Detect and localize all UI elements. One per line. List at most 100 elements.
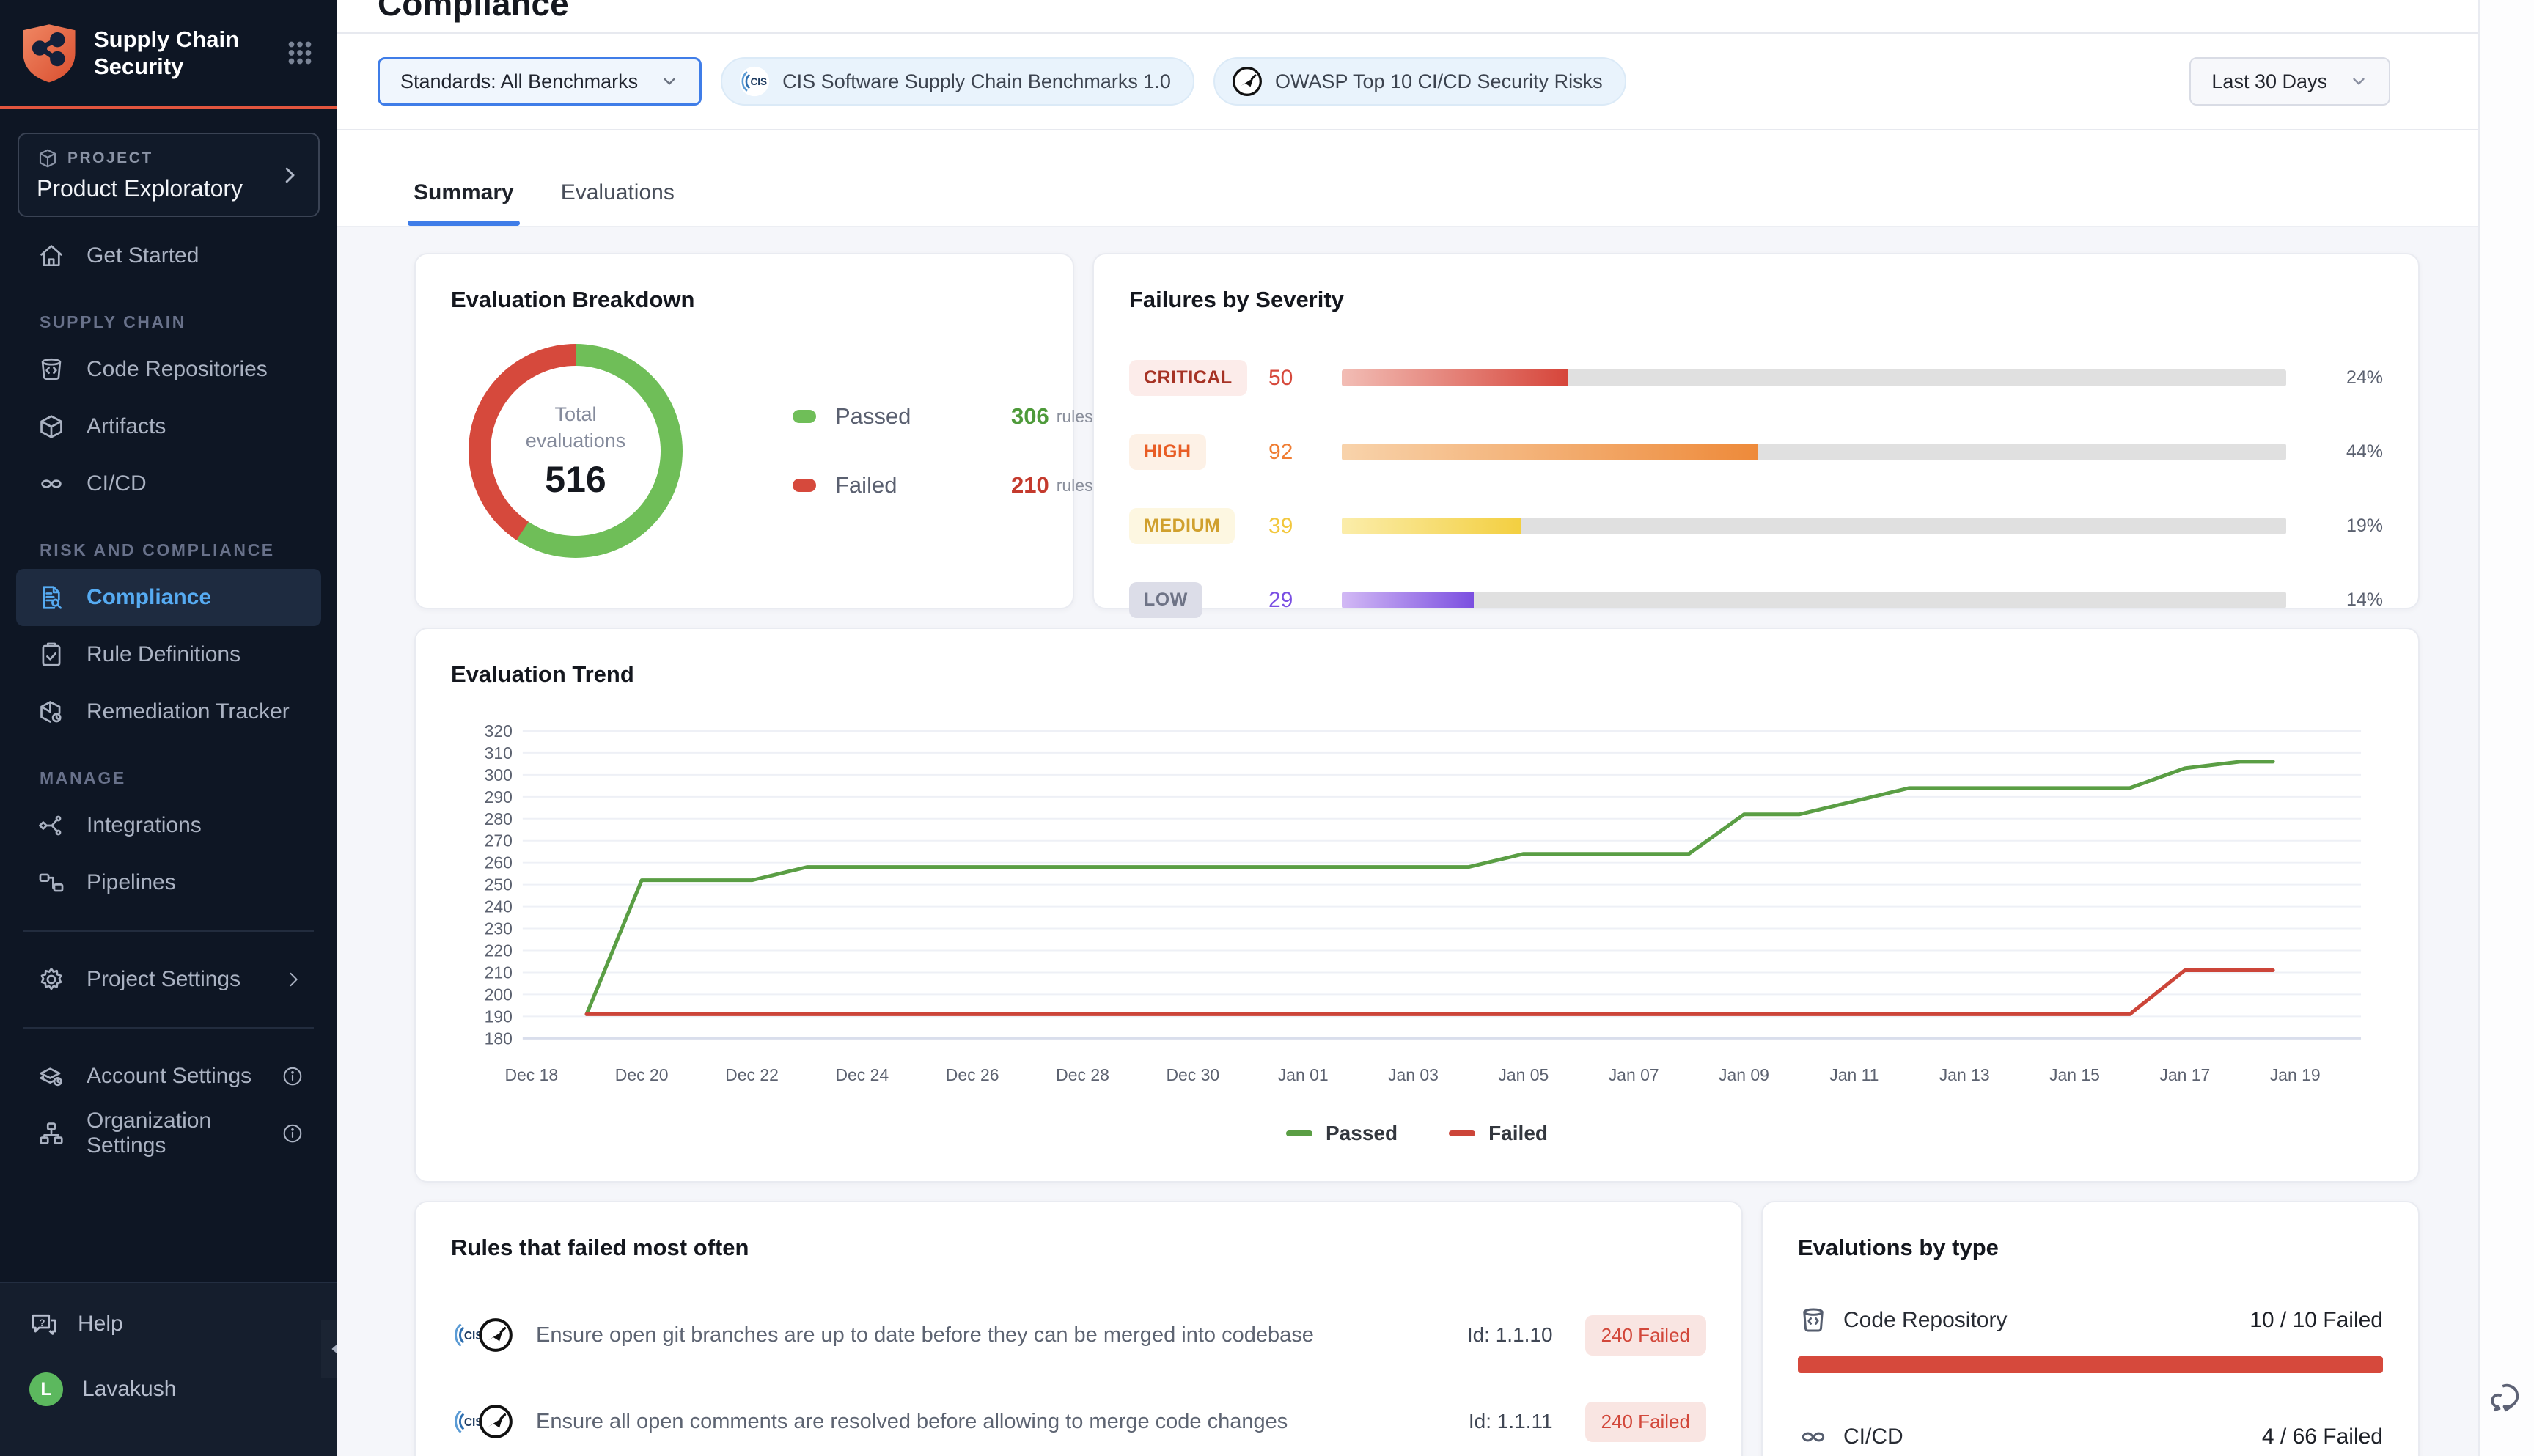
svg-text:Dec 18: Dec 18	[504, 1065, 558, 1084]
filter-chip-owasp[interactable]: OWASP Top 10 CI/CD Security Risks	[1213, 57, 1626, 106]
svg-text:280: 280	[485, 809, 513, 828]
evaluation-breakdown-title: Evaluation Breakdown	[451, 287, 1038, 313]
severity-count: 92	[1268, 440, 1342, 465]
date-range-dropdown[interactable]: Last 30 Days	[2189, 57, 2390, 106]
svg-text:Dec 22: Dec 22	[725, 1065, 779, 1084]
sidebar-item-label: Code Repositories	[87, 357, 268, 382]
clipboard-check-icon	[37, 640, 66, 669]
sidebar-item-label: Integrations	[87, 813, 202, 838]
chevron-right-icon	[283, 969, 304, 990]
filter-chip-cis[interactable]: CIS CIS Software Supply Chain Benchmarks…	[721, 57, 1194, 106]
sidebar-item-account-settings[interactable]: Account Settings	[16, 1048, 321, 1105]
nav-section-heading: RISK AND COMPLIANCE	[40, 540, 321, 560]
date-range-value: Last 30 Days	[2211, 70, 2327, 93]
logo-divider	[0, 106, 337, 109]
svg-text:Dec 24: Dec 24	[835, 1065, 889, 1084]
legend-unit: rules	[1057, 407, 1093, 427]
project-label: PROJECT	[67, 150, 153, 167]
sidebar-item-ci-cd[interactable]: CI/CD	[16, 455, 321, 512]
sidebar-item-pipelines[interactable]: Pipelines	[16, 854, 321, 911]
chat-button[interactable]	[2486, 1377, 2527, 1418]
trend-legend-item: Passed	[1286, 1122, 1398, 1145]
breakdown-legend-item: Passed306rules	[793, 403, 1093, 430]
donut-total-value: 516	[545, 458, 606, 501]
svg-text:Jan 17: Jan 17	[2159, 1065, 2210, 1084]
evaluations-by-type-card: Evalutions by type Code Repository10 / 1…	[1761, 1201, 2420, 1456]
svg-text:Dec 26: Dec 26	[946, 1065, 999, 1084]
svg-text:260: 260	[485, 853, 513, 872]
sidebar-nav: Get StartedSUPPLY CHAINCode Repositories…	[0, 217, 337, 1162]
info-icon	[282, 1065, 304, 1087]
gear-icon	[37, 965, 66, 994]
svg-text:Dec 28: Dec 28	[1056, 1065, 1109, 1084]
nav-divider	[23, 930, 314, 932]
svg-text:250: 250	[485, 875, 513, 894]
nav-divider	[23, 1027, 314, 1029]
tab-bar: Summary Evaluations	[337, 130, 2478, 227]
user-menu[interactable]: L Lavakush	[29, 1372, 308, 1406]
sidebar-item-label: Rule Definitions	[87, 642, 240, 667]
trend-legend-item: Failed	[1449, 1122, 1548, 1145]
rule-row[interactable]: CISEnsure open git branches are up to da…	[451, 1304, 1706, 1367]
page-title: Compliance	[378, 0, 2478, 23]
sidebar-item-remediation-tracker[interactable]: Remediation Tracker	[16, 683, 321, 740]
chat-bubbles-icon	[2486, 1377, 2527, 1418]
trend-legend-label: Failed	[1488, 1122, 1548, 1145]
sidebar-item-code-repositories[interactable]: Code Repositories	[16, 341, 321, 398]
sidebar-item-help[interactable]: ? Help	[29, 1309, 308, 1339]
severity-count: 50	[1268, 366, 1342, 391]
sidebar-item-label: Organization Settings	[87, 1108, 261, 1158]
type-bar	[1798, 1356, 2383, 1373]
sidebar-item-label: Account Settings	[87, 1064, 251, 1089]
standards-dropdown[interactable]: Standards: All Benchmarks	[378, 57, 702, 106]
pipeline-icon	[37, 868, 66, 897]
sidebar-item-get-started[interactable]: Get Started	[16, 227, 321, 284]
legend-label: Failed	[835, 472, 967, 499]
repo-icon	[37, 355, 66, 384]
sidebar-item-label: Get Started	[87, 243, 199, 268]
legend-dash-icon	[1449, 1130, 1475, 1136]
legend-pill-icon	[793, 410, 816, 423]
svg-text:Jan 01: Jan 01	[1278, 1065, 1329, 1084]
severity-count: 39	[1268, 514, 1342, 539]
rule-rows: CISEnsure open git branches are up to da…	[451, 1304, 1706, 1456]
sidebar-collapse-button[interactable]	[321, 1320, 337, 1378]
chevron-down-icon	[2349, 72, 2368, 91]
info-icon	[282, 1122, 304, 1144]
infinity-icon	[1798, 1422, 1829, 1452]
sidebar-item-artifacts[interactable]: Artifacts	[16, 398, 321, 455]
type-label: Code Repository	[1843, 1308, 2007, 1333]
sidebar-footer: ? Help L Lavakush	[0, 1282, 337, 1456]
tab-evaluations[interactable]: Evaluations	[561, 180, 675, 226]
sidebar-item-organization-settings[interactable]: Organization Settings	[16, 1105, 321, 1162]
legend-pill-icon	[793, 479, 816, 492]
svg-text:310: 310	[485, 743, 513, 762]
collapse-arrow-icon	[327, 1341, 337, 1357]
svg-text:210: 210	[485, 963, 513, 982]
box-wrench-icon	[37, 697, 66, 727]
severity-row-low: LOW2914%	[1129, 582, 2383, 618]
type-label: CI/CD	[1843, 1424, 1903, 1449]
app-grid-icon[interactable]	[283, 36, 317, 70]
legend-dash-icon	[1286, 1130, 1312, 1136]
sidebar-item-integrations[interactable]: Integrations	[16, 797, 321, 854]
tab-summary[interactable]: Summary	[414, 180, 514, 226]
rules-failed-card: Rules that failed most often CISEnsure o…	[414, 1201, 1743, 1456]
layers-gear-icon	[37, 1062, 66, 1091]
rule-row[interactable]: CISEnsure all open comments are resolved…	[451, 1390, 1706, 1453]
rules-failed-title: Rules that failed most often	[451, 1235, 1706, 1261]
project-selector[interactable]: PROJECT Product Exploratory	[18, 133, 320, 217]
app-logo-shield-icon	[21, 22, 78, 84]
db-code-icon	[1798, 1305, 1829, 1336]
severity-percent: 14%	[2316, 589, 2383, 611]
sidebar-item-project-settings[interactable]: Project Settings	[16, 951, 321, 1008]
svg-text:Jan 15: Jan 15	[2049, 1065, 2100, 1084]
severity-rows: CRITICAL5024%HIGH9244%MEDIUM3919%LOW2914…	[1129, 360, 2383, 618]
sidebar-item-compliance[interactable]: Compliance	[16, 569, 321, 626]
svg-text:?: ?	[39, 1317, 45, 1328]
cube-icon	[37, 412, 66, 441]
severity-count: 29	[1268, 588, 1342, 613]
owasp-logo-icon	[477, 1403, 514, 1440]
sidebar-item-rule-definitions[interactable]: Rule Definitions	[16, 626, 321, 683]
severity-percent: 19%	[2316, 515, 2383, 537]
